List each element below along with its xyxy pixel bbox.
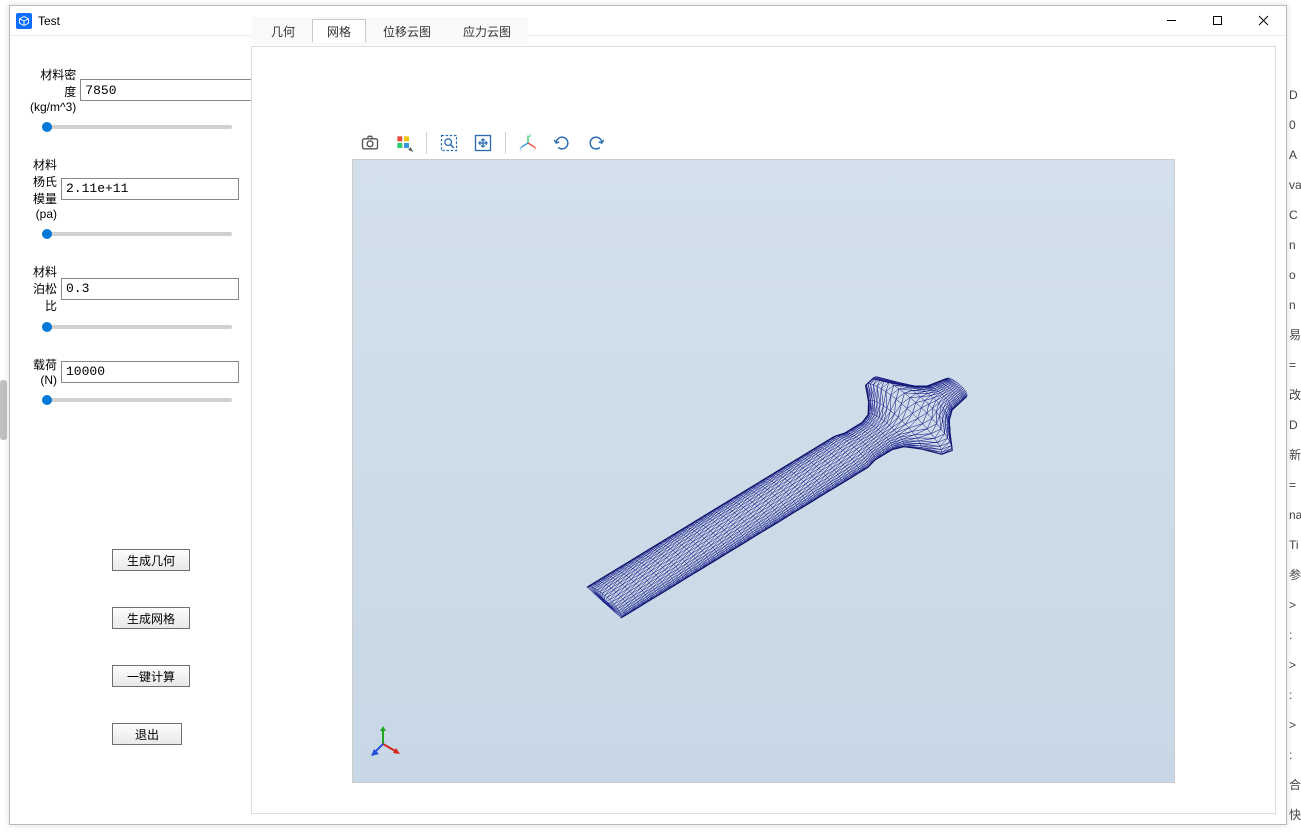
svg-text:x: x	[534, 146, 537, 152]
action-buttons-column: 生成几何 生成网格 一键计算 退出	[30, 549, 239, 745]
mesh-viewport[interactable]	[352, 159, 1175, 783]
fit-view-icon[interactable]	[469, 129, 497, 157]
density-input[interactable]	[80, 79, 258, 101]
load-input[interactable]	[61, 361, 239, 383]
color-grid-icon[interactable]	[390, 129, 418, 157]
window-title: Test	[38, 14, 60, 28]
titlebar[interactable]: Test	[10, 6, 1286, 36]
load-slider[interactable]	[42, 398, 232, 402]
youngs-input[interactable]	[61, 178, 239, 200]
tab-geometry[interactable]: 几何	[256, 19, 310, 43]
orientation-triad-icon	[371, 726, 401, 756]
youngs-slider-wrap	[30, 225, 239, 239]
toolbar-separator	[426, 132, 427, 154]
parameters-panel: 材料密度(kg/m^3) 材料杨氏模量(pa) 材料泊松比 载荷(N)	[20, 46, 245, 814]
rotate-ccw-icon[interactable]	[582, 129, 610, 157]
param-row-youngs: 材料杨氏模量(pa)	[30, 156, 239, 221]
maximize-button[interactable]	[1194, 6, 1240, 36]
tab-stress-cloud[interactable]: 应力云图	[448, 19, 526, 43]
toolbar-separator-2	[505, 132, 506, 154]
youngs-label: 材料杨氏模量(pa)	[30, 156, 61, 221]
compute-button[interactable]: 一键计算	[112, 665, 190, 687]
generate-mesh-button[interactable]: 生成网格	[112, 607, 190, 629]
camera-icon[interactable]	[356, 129, 384, 157]
load-slider-wrap	[30, 391, 239, 405]
box-zoom-icon[interactable]	[435, 129, 463, 157]
youngs-slider[interactable]	[42, 232, 232, 236]
app-icon	[16, 13, 32, 29]
close-button[interactable]	[1240, 6, 1286, 36]
main-window: Test 材料密度(kg/m^3) 材料杨氏模量(pa)	[9, 5, 1287, 825]
tab-mesh[interactable]: 网格	[312, 19, 366, 43]
viewer-panel: 几何 网格 位移云图 应力云图	[251, 46, 1276, 814]
density-slider[interactable]	[42, 125, 232, 129]
viewer-toolbar: z x y	[352, 127, 614, 159]
rotate-cw-icon[interactable]	[548, 129, 576, 157]
param-row-load: 载荷(N)	[30, 356, 239, 387]
background-scrollbar[interactable]	[0, 380, 7, 440]
poisson-slider-wrap	[30, 318, 239, 332]
svg-text:z: z	[529, 133, 532, 139]
poisson-slider[interactable]	[42, 325, 232, 329]
axes-triad-icon[interactable]: z x y	[514, 129, 542, 157]
param-row-density: 材料密度(kg/m^3)	[30, 66, 239, 114]
param-row-poisson: 材料泊松比	[30, 263, 239, 314]
tab-strip: 几何 网格 位移云图 应力云图	[252, 47, 1275, 77]
exit-button[interactable]: 退出	[112, 723, 182, 745]
generate-geometry-button[interactable]: 生成几何	[112, 549, 190, 571]
background-text-fragments: D0AvaCnon易=改D新=naTi参> :> :> :合快> |E	[1289, 0, 1301, 833]
poisson-input[interactable]	[61, 278, 239, 300]
density-label: 材料密度(kg/m^3)	[30, 66, 80, 114]
tabs-row: 几何 网格 位移云图 应力云图	[252, 17, 528, 45]
minimize-button[interactable]	[1148, 6, 1194, 36]
viewer-area: z x y	[352, 117, 1175, 783]
tab-displacement-cloud[interactable]: 位移云图	[368, 19, 446, 43]
client-area: 材料密度(kg/m^3) 材料杨氏模量(pa) 材料泊松比 载荷(N)	[10, 36, 1286, 824]
density-slider-wrap	[30, 118, 239, 132]
load-label: 载荷(N)	[30, 356, 61, 387]
poisson-label: 材料泊松比	[30, 263, 61, 314]
mesh-render	[454, 253, 1074, 673]
